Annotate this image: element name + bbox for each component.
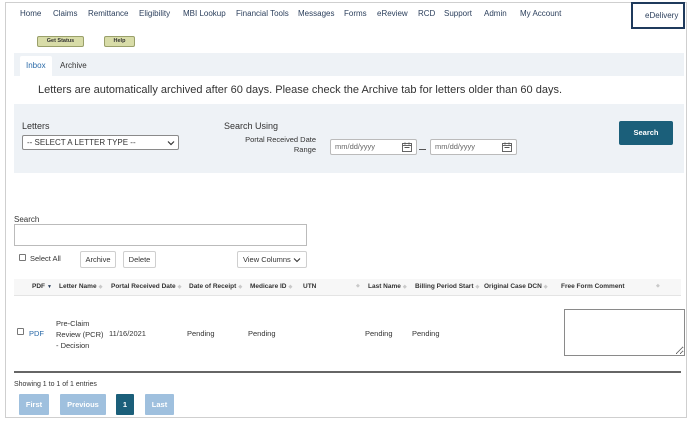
- col-original-case-dcn[interactable]: Original Case DCN ◆: [484, 283, 548, 290]
- tab-bar: Inbox Archive: [14, 53, 684, 77]
- col-medicare-id[interactable]: Medicare ID ◆: [250, 283, 292, 290]
- billing-period-start-value: Pending: [412, 329, 440, 338]
- nav-eligibility[interactable]: Eligibility: [139, 9, 170, 18]
- select-all-label: Select All: [30, 254, 61, 263]
- letters-label: Letters: [22, 121, 50, 131]
- nav-edelivery-label: eDelivery: [645, 11, 679, 20]
- letter-name-line-1: Pre-Claim: [56, 319, 90, 328]
- sort-icon: ◆: [98, 284, 103, 290]
- tab-archive[interactable]: Archive: [54, 56, 93, 76]
- inbox-panel: Inbox Archive Letters are automatically …: [14, 53, 684, 173]
- last-name-value: Pending: [365, 329, 393, 338]
- sort-icon: ▼: [47, 284, 52, 290]
- col-free-form-comment[interactable]: Free Form Comment: [561, 283, 625, 290]
- pdf-link[interactable]: PDF: [29, 329, 44, 338]
- nav-remittance[interactable]: Remittance: [88, 9, 128, 18]
- sort-icon: ◆: [288, 284, 293, 290]
- nav-rcd[interactable]: RCD: [418, 9, 435, 18]
- delete-button[interactable]: Delete: [123, 251, 156, 268]
- archive-notice: Letters are automatically archived after…: [14, 76, 684, 104]
- sort-icon: ◆: [402, 284, 407, 290]
- col-last-name[interactable]: Last Name ◆: [368, 283, 407, 290]
- date-from-placeholder: mm/dd/yyyy: [335, 142, 376, 151]
- col-date-of-receipt[interactable]: Date of Receipt ◆: [189, 283, 242, 290]
- nav-home[interactable]: Home: [20, 9, 41, 18]
- help-button[interactable]: Help: [104, 36, 135, 47]
- search-label: Search: [14, 215, 40, 224]
- table-row: PDF Pre-Claim Review (PCR) - Decision 11…: [14, 303, 685, 361]
- archive-notice-text: Letters are automatically archived after…: [38, 84, 563, 96]
- view-columns-button[interactable]: View Columns: [237, 251, 307, 268]
- previous-page-button[interactable]: Previous: [60, 394, 106, 415]
- archive-button[interactable]: Archive: [80, 251, 116, 268]
- search-input[interactable]: [14, 224, 307, 246]
- letter-name-line-2: Review (PCR): [56, 330, 104, 339]
- date-of-receipt-value: Pending: [187, 329, 215, 338]
- sort-icon: ◆: [177, 284, 182, 290]
- select-all-checkbox[interactable]: [19, 254, 26, 261]
- sort-icon[interactable]: ◆: [356, 283, 360, 289]
- app-frame: Home Claims Remittance Eligibility MBI L…: [5, 2, 687, 418]
- col-utn[interactable]: UTN: [303, 283, 316, 290]
- letter-name-line-3: - Decision: [56, 341, 90, 350]
- chevron-down-icon: [293, 258, 301, 263]
- nav-claims[interactable]: Claims: [53, 9, 77, 18]
- nav-edelivery-active[interactable]: eDelivery: [631, 2, 685, 29]
- date-to-placeholder: mm/dd/yyyy: [435, 142, 476, 151]
- nav-financial-tools[interactable]: Financial Tools: [236, 9, 289, 18]
- medicare-id-value: Pending: [248, 329, 276, 338]
- letter-type-value: -- SELECT A LETTER TYPE --: [27, 138, 136, 147]
- portal-received-date-label: Portal Received Date Range: [245, 135, 316, 154]
- row-checkbox[interactable]: [17, 328, 24, 335]
- first-page-button[interactable]: First: [19, 394, 49, 415]
- col-portal-received-date[interactable]: Portal Received Date ◆: [111, 283, 182, 290]
- nav-mbi-lookup[interactable]: MBI Lookup: [183, 9, 226, 18]
- entries-info: Showing 1 to 1 of 1 entries: [14, 381, 97, 388]
- nav-admin[interactable]: Admin: [484, 9, 507, 18]
- nav-support[interactable]: Support: [444, 9, 472, 18]
- sort-icon: ◆: [238, 284, 243, 290]
- last-page-button[interactable]: Last: [145, 394, 174, 415]
- chevron-down-icon: [167, 141, 175, 146]
- date-range-dash: [419, 149, 426, 150]
- col-pdf[interactable]: PDF ▼: [32, 283, 52, 290]
- calendar-icon[interactable]: [402, 142, 412, 152]
- portal-received-date-value: 11/16/2021: [109, 329, 146, 338]
- col-billing-period-start[interactable]: Billing Period Start ◆: [415, 283, 479, 290]
- search-button[interactable]: Search: [619, 121, 673, 145]
- letter-type-select[interactable]: -- SELECT A LETTER TYPE --: [22, 135, 179, 150]
- nav-ereview[interactable]: eReview: [377, 9, 408, 18]
- nav-messages[interactable]: Messages: [298, 9, 334, 18]
- table-header: PDF ▼ Letter Name ◆ Portal Received Date ◆ …: [14, 279, 681, 296]
- sort-icon: ◆: [543, 284, 548, 290]
- date-from-input[interactable]: mm/dd/yyyy: [330, 139, 417, 155]
- sort-icon[interactable]: ◆: [656, 283, 660, 289]
- date-to-input[interactable]: mm/dd/yyyy: [430, 139, 517, 155]
- free-form-comment-input[interactable]: [564, 309, 685, 356]
- nav-forms[interactable]: Forms: [344, 9, 367, 18]
- table-bottom-divider: [14, 371, 681, 373]
- calendar-icon[interactable]: [502, 142, 512, 152]
- nav-my-account[interactable]: My Account: [520, 9, 561, 18]
- top-navigation: Home Claims Remittance Eligibility MBI L…: [6, 2, 686, 29]
- get-status-button[interactable]: Get Status: [37, 36, 84, 47]
- search-using-label: Search Using: [224, 121, 279, 131]
- col-letter-name[interactable]: Letter Name ◆: [59, 283, 102, 290]
- sort-icon: ◆: [475, 284, 480, 290]
- view-columns-label: View Columns: [243, 255, 291, 264]
- page-1-button[interactable]: 1: [116, 394, 134, 415]
- tab-inbox[interactable]: Inbox: [20, 56, 52, 76]
